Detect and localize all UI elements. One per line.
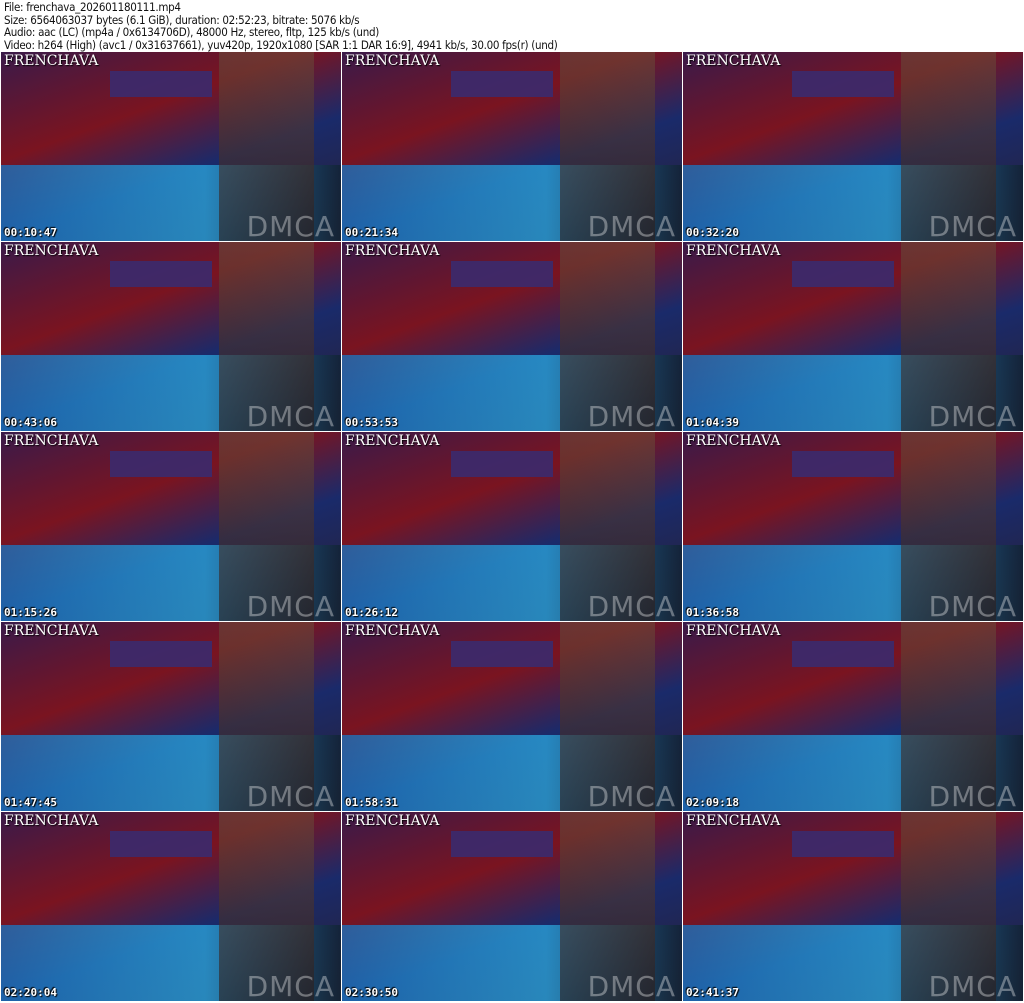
timestamp: 02:20:04 <box>4 986 57 999</box>
video-thumbnail: FRENCHAVA DMCA 01:15:26 <box>1 432 341 621</box>
thumbnail-image <box>109 640 212 668</box>
dmca-watermark: DMCA <box>587 970 676 1001</box>
watermark-label: FRENCHAVA <box>4 53 99 69</box>
thumbnail-image <box>450 70 553 98</box>
dmca-watermark: DMCA <box>246 210 335 241</box>
video-line: Video: h264 (High) (avc1 / 0x31637661), … <box>4 37 558 52</box>
video-thumbnail: FRENCHAVA DMCA 01:47:45 <box>1 622 341 811</box>
timestamp: 00:32:20 <box>686 226 739 239</box>
timestamp: 00:53:53 <box>345 416 398 429</box>
watermark-label: FRENCHAVA <box>345 243 440 259</box>
thumbnail-image <box>109 450 212 478</box>
video-thumbnail: FRENCHAVA DMCA 01:04:39 <box>683 242 1023 431</box>
dmca-watermark: DMCA <box>928 780 1017 811</box>
timestamp: 01:36:58 <box>686 606 739 619</box>
video-thumbnail: FRENCHAVA DMCA 00:53:53 <box>342 242 682 431</box>
file-info-header: File: frenchava_202601180111.mp4 Size: 6… <box>4 1 558 51</box>
thumbnail-image <box>791 260 894 288</box>
timestamp: 02:30:50 <box>345 986 398 999</box>
thumbnail-image <box>109 260 212 288</box>
file-line: File: frenchava_202601180111.mp4 <box>4 0 181 14</box>
video-thumbnail: FRENCHAVA DMCA 02:20:04 <box>1 812 341 1001</box>
thumbnail-grid: FRENCHAVA DMCA 00:10:47 FRENCHAVA DMCA 0… <box>1 52 1023 1001</box>
thumbnail-image <box>450 260 553 288</box>
thumbnail-image <box>109 70 212 98</box>
video-thumbnail: FRENCHAVA DMCA 02:09:18 <box>683 622 1023 811</box>
timestamp: 02:41:37 <box>686 986 739 999</box>
audio-line: Audio: aac (LC) (mp4a / 0x6134706D), 480… <box>4 25 379 39</box>
timestamp: 01:47:45 <box>4 796 57 809</box>
watermark-label: FRENCHAVA <box>345 433 440 449</box>
watermark-label: FRENCHAVA <box>4 813 99 829</box>
video-thumbnail: FRENCHAVA DMCA 00:21:34 <box>342 52 682 241</box>
dmca-watermark: DMCA <box>246 590 335 621</box>
video-thumbnail: FRENCHAVA DMCA 01:36:58 <box>683 432 1023 621</box>
timestamp: 00:43:06 <box>4 416 57 429</box>
dmca-watermark: DMCA <box>587 400 676 431</box>
dmca-watermark: DMCA <box>928 210 1017 241</box>
dmca-watermark: DMCA <box>587 210 676 241</box>
video-thumbnail: FRENCHAVA DMCA 02:41:37 <box>683 812 1023 1001</box>
thumbnail-image <box>791 830 894 858</box>
timestamp: 01:15:26 <box>4 606 57 619</box>
dmca-watermark: DMCA <box>246 970 335 1001</box>
watermark-label: FRENCHAVA <box>4 623 99 639</box>
video-thumbnail: FRENCHAVA DMCA 00:43:06 <box>1 242 341 431</box>
video-thumbnail: FRENCHAVA DMCA 01:58:31 <box>342 622 682 811</box>
thumbnail-image <box>791 70 894 98</box>
watermark-label: FRENCHAVA <box>345 623 440 639</box>
thumbnail-image <box>109 830 212 858</box>
watermark-label: FRENCHAVA <box>345 813 440 829</box>
dmca-watermark: DMCA <box>928 400 1017 431</box>
video-thumbnail: FRENCHAVA DMCA 00:10:47 <box>1 52 341 241</box>
timestamp: 00:21:34 <box>345 226 398 239</box>
watermark-label: FRENCHAVA <box>4 243 99 259</box>
watermark-label: FRENCHAVA <box>686 53 781 69</box>
timestamp: 01:58:31 <box>345 796 398 809</box>
thumbnail-image <box>791 640 894 668</box>
thumbnail-image <box>450 450 553 478</box>
video-thumbnail: FRENCHAVA DMCA 01:26:12 <box>342 432 682 621</box>
dmca-watermark: DMCA <box>587 780 676 811</box>
thumbnail-image <box>791 450 894 478</box>
thumbnail-image <box>450 830 553 858</box>
watermark-label: FRENCHAVA <box>686 813 781 829</box>
video-thumbnail: FRENCHAVA DMCA 02:30:50 <box>342 812 682 1001</box>
timestamp: 02:09:18 <box>686 796 739 809</box>
video-thumbnail: FRENCHAVA DMCA 00:32:20 <box>683 52 1023 241</box>
dmca-watermark: DMCA <box>928 970 1017 1001</box>
watermark-label: FRENCHAVA <box>686 623 781 639</box>
dmca-watermark: DMCA <box>587 590 676 621</box>
timestamp: 01:04:39 <box>686 416 739 429</box>
dmca-watermark: DMCA <box>246 780 335 811</box>
timestamp: 01:26:12 <box>345 606 398 619</box>
dmca-watermark: DMCA <box>246 400 335 431</box>
dmca-watermark: DMCA <box>928 590 1017 621</box>
thumbnail-image <box>450 640 553 668</box>
watermark-label: FRENCHAVA <box>686 243 781 259</box>
timestamp: 00:10:47 <box>4 226 57 239</box>
watermark-label: FRENCHAVA <box>4 433 99 449</box>
watermark-label: FRENCHAVA <box>686 433 781 449</box>
watermark-label: FRENCHAVA <box>345 53 440 69</box>
